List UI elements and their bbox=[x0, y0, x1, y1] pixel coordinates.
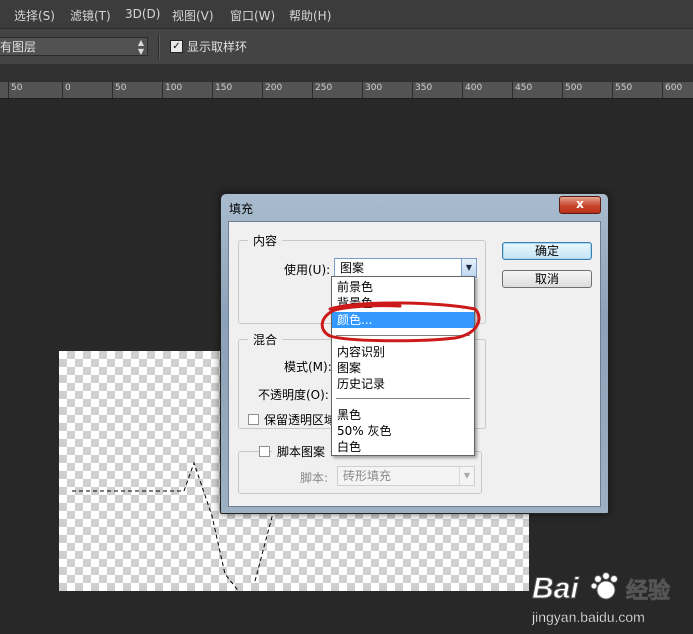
ruler-label: 100 bbox=[165, 83, 183, 93]
close-icon: x bbox=[576, 197, 584, 211]
dropdown-separator bbox=[336, 398, 470, 399]
script-pattern-group: 脚本图案 脚本: 砖形填充 ▼ bbox=[238, 443, 482, 494]
show-ring-label: 显示取样环 bbox=[187, 40, 248, 54]
ruler-tick bbox=[312, 82, 313, 98]
option-pattern[interactable]: 图案 bbox=[332, 360, 474, 376]
ruler-tick bbox=[562, 82, 563, 98]
script-dropdown-arrow-icon: ▼ bbox=[459, 467, 474, 485]
svg-text:Bai: Bai bbox=[532, 572, 579, 605]
select-arrows-icon: ▲ ▼ bbox=[137, 38, 144, 56]
menu-window[interactable]: 窗口(W) bbox=[230, 7, 275, 24]
script-value: 砖形填充 bbox=[343, 469, 392, 483]
ruler-tick bbox=[412, 82, 413, 98]
script-combobox[interactable]: 砖形填充 ▼ bbox=[337, 466, 475, 486]
ok-button-label: 确定 bbox=[534, 244, 559, 258]
sample-layers-select[interactable]: 有图层 ▲ ▼ bbox=[0, 37, 148, 56]
option-history[interactable]: 历史记录 bbox=[332, 376, 474, 392]
ruler-tick bbox=[612, 82, 613, 98]
blending-group-label: 混合 bbox=[248, 331, 283, 348]
baidu-logo: Bai 经验 jingyan.baidu.com bbox=[531, 572, 671, 626]
ruler-tick bbox=[462, 82, 463, 98]
option-foreground[interactable]: 前景色 bbox=[332, 279, 474, 295]
show-ring-checkbox[interactable]: ✓ bbox=[170, 40, 183, 53]
ruler-tick bbox=[662, 82, 663, 98]
svg-text:jingyan.baidu.com: jingyan.baidu.com bbox=[531, 609, 645, 625]
ruler-tick bbox=[162, 82, 163, 98]
ruler-label: 550 bbox=[615, 83, 633, 93]
mode-label: 模式(M): bbox=[284, 360, 332, 374]
dropdown-arrow-icon[interactable]: ▼ bbox=[461, 259, 476, 277]
option-white[interactable]: 白色 bbox=[332, 439, 474, 455]
ruler-label: 350 bbox=[415, 83, 433, 93]
ruler-label: 600 bbox=[665, 83, 683, 93]
script-pattern-label: 脚本图案 bbox=[272, 443, 331, 460]
option-color[interactable]: 颜色... bbox=[332, 312, 474, 328]
tab-strip bbox=[0, 64, 693, 82]
ruler-tick bbox=[62, 82, 63, 98]
horizontal-ruler[interactable]: 50 0 50 100 150 200 250 300 350 400 450 … bbox=[0, 82, 693, 99]
script-pattern-checkbox[interactable] bbox=[259, 446, 270, 457]
ruler-label: 150 bbox=[215, 83, 233, 93]
menu-3d[interactable]: 3D(D) bbox=[125, 7, 160, 21]
ruler-label: 50 bbox=[11, 83, 23, 93]
ok-button[interactable]: 确定 bbox=[502, 242, 592, 260]
opacity-label: 不透明度(O): bbox=[258, 388, 329, 402]
menu-view[interactable]: 视图(V) bbox=[172, 7, 214, 24]
svg-text:经验: 经验 bbox=[626, 578, 670, 604]
ruler-tick bbox=[8, 82, 9, 98]
menu-bar: 选择(S) 滤镜(T) 3D(D) 视图(V) 窗口(W) 帮助(H) bbox=[0, 0, 693, 28]
dropdown-separator bbox=[336, 335, 470, 336]
ruler-label: 250 bbox=[315, 83, 333, 93]
option-background[interactable]: 背景色 bbox=[332, 295, 474, 311]
ruler-label: 200 bbox=[265, 83, 283, 93]
ruler-label: 50 bbox=[115, 83, 127, 93]
ruler-label: 0 bbox=[65, 83, 71, 93]
close-button[interactable]: x bbox=[559, 196, 601, 214]
menu-help[interactable]: 帮助(H) bbox=[289, 7, 331, 24]
ruler-tick bbox=[212, 82, 213, 98]
dialog-title: 填充 bbox=[229, 202, 254, 216]
options-bar: 有图层 ▲ ▼ ✓ 显示取样环 bbox=[0, 28, 693, 66]
option-50-gray[interactable]: 50% 灰色 bbox=[332, 423, 474, 439]
use-label: 使用(U): bbox=[284, 263, 331, 277]
use-dropdown-list: 前景色 背景色 颜色... 内容识别 图案 历史记录 黑色 50% 灰色 白色 bbox=[331, 276, 475, 456]
content-group-label: 内容 bbox=[248, 232, 283, 249]
option-black[interactable]: 黑色 bbox=[332, 407, 474, 423]
preserve-transparency-label: 保留透明区域 bbox=[264, 413, 337, 427]
ruler-label: 400 bbox=[465, 83, 483, 93]
ruler-tick bbox=[262, 82, 263, 98]
sample-layers-value: 有图层 bbox=[0, 40, 37, 54]
ruler-tick bbox=[112, 82, 113, 98]
menu-select[interactable]: 选择(S) bbox=[14, 7, 55, 24]
ruler-tick bbox=[512, 82, 513, 98]
ruler-tick bbox=[362, 82, 363, 98]
script-label: 脚本: bbox=[300, 471, 329, 485]
use-combobox[interactable]: 图案 ▼ bbox=[334, 258, 477, 278]
baidu-jingyan-watermark: Bai 经验 jingyan.baidu.com bbox=[530, 562, 690, 630]
cancel-button-label: 取消 bbox=[534, 272, 559, 286]
ruler-label: 300 bbox=[365, 83, 383, 93]
ruler-label: 500 bbox=[565, 83, 583, 93]
options-separator bbox=[158, 35, 160, 59]
use-value: 图案 bbox=[340, 261, 365, 275]
ruler-label: 450 bbox=[515, 83, 533, 93]
menu-filter[interactable]: 滤镜(T) bbox=[70, 7, 111, 24]
cancel-button[interactable]: 取消 bbox=[502, 270, 592, 288]
preserve-transparency-checkbox[interactable] bbox=[248, 414, 259, 425]
option-content-aware[interactable]: 内容识别 bbox=[332, 344, 474, 360]
